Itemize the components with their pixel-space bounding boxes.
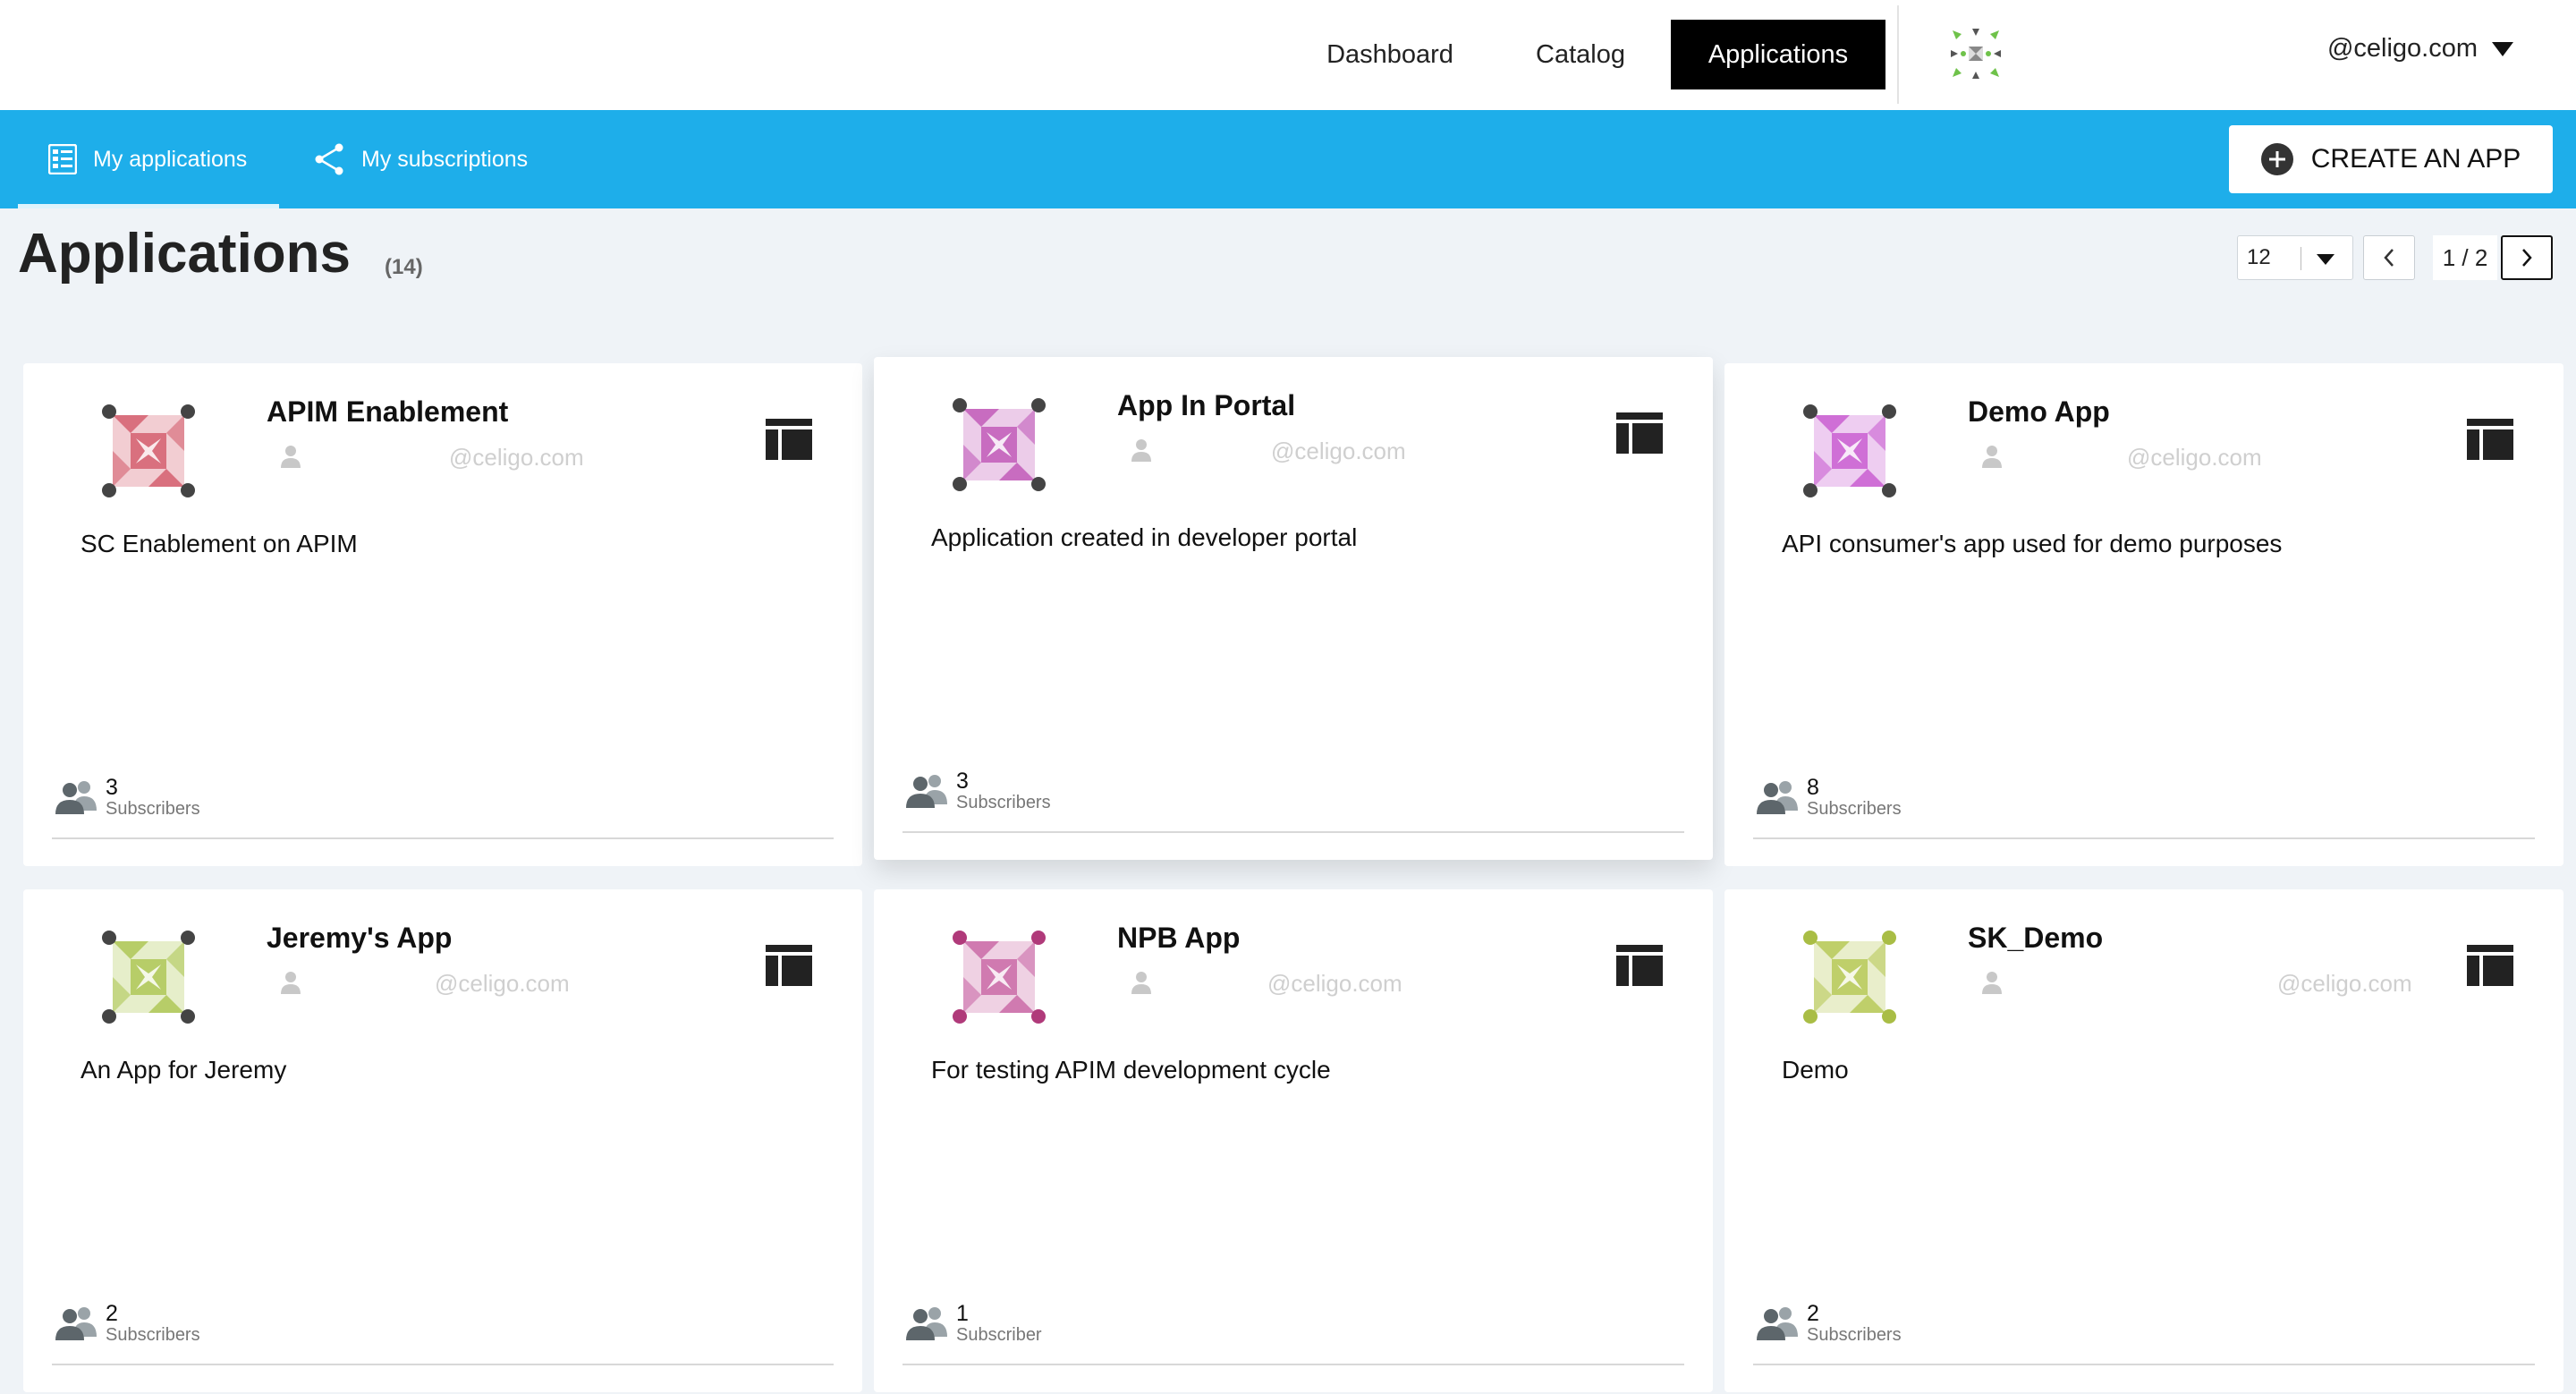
app-logo-icon	[953, 931, 1046, 1024]
app-name: SK_Demo	[1968, 922, 2104, 954]
user-email: @celigo.com	[2326, 34, 2478, 63]
dashboard-layout-icon[interactable]	[2467, 419, 2513, 460]
user-icon	[1982, 446, 2002, 468]
app-description: Demo	[1782, 1056, 1849, 1084]
card-divider	[52, 837, 834, 839]
application-count: (14)	[385, 255, 423, 279]
subscriber-count: 2	[1807, 1301, 1819, 1326]
user-icon	[1131, 439, 1151, 462]
dashboard-layout-icon[interactable]	[766, 945, 812, 986]
application-card[interactable]: SK_Demo @celigo.com Demo 2 Subscribers	[1724, 889, 2563, 1392]
nav-catalog[interactable]: Catalog	[1503, 20, 1658, 89]
create-app-button[interactable]: CREATE AN APP	[2229, 125, 2553, 193]
next-page-button[interactable]	[2501, 235, 2553, 280]
card-divider	[1753, 837, 2535, 839]
dropdown-arrow-icon	[2317, 254, 2334, 265]
card-divider	[902, 1364, 1684, 1365]
subscriber-count: 3	[106, 775, 118, 800]
app-owner: @celigo.com	[1267, 970, 1402, 997]
application-card[interactable]: Demo App @celigo.com API consumer's app …	[1724, 363, 2563, 866]
app-name: NPB App	[1117, 922, 1241, 954]
application-card[interactable]: Jeremy's App @celigo.com An App for Jere…	[23, 889, 862, 1392]
previous-page-button[interactable]	[2363, 235, 2415, 280]
application-card[interactable]: NPB App @celigo.com For testing APIM dev…	[874, 889, 1713, 1392]
create-app-label: CREATE AN APP	[2310, 144, 2521, 174]
subscribers-icon	[906, 775, 947, 808]
caret-down-icon	[2492, 41, 2513, 56]
app-description: An App for Jeremy	[80, 1056, 287, 1084]
subscribers-icon	[55, 781, 97, 814]
tab-my-applications[interactable]: My applications	[18, 110, 279, 208]
page-title: Applications	[18, 223, 352, 285]
app-logo-icon	[953, 398, 1046, 491]
app-description: SC Enablement on APIM	[80, 530, 358, 557]
app-owner: @celigo.com	[2127, 444, 2262, 471]
app-description: For testing APIM development cycle	[931, 1056, 1331, 1084]
subscriber-label: Subscribers	[1807, 1325, 1902, 1345]
subscriber-label: Subscriber	[956, 1325, 1042, 1345]
subscribers-icon	[1757, 781, 1798, 814]
subscriber-label: Subscribers	[106, 799, 200, 819]
chevron-right-icon	[2522, 249, 2532, 267]
subscriber-count: 2	[106, 1301, 118, 1326]
user-icon	[1131, 972, 1151, 994]
app-name: App In Portal	[1117, 389, 1296, 421]
chevron-left-icon	[2384, 249, 2394, 267]
sub-navigation-bar: My applications My subscriptions	[0, 110, 2576, 208]
subscribers-icon	[906, 1307, 947, 1340]
user-menu[interactable]: @celigo.com	[2327, 34, 2513, 64]
page-size-value: 12	[2247, 245, 2271, 269]
nav-divider	[1897, 5, 1899, 104]
dashboard-layout-icon[interactable]	[1616, 412, 1663, 454]
app-name: Demo App	[1968, 395, 2110, 428]
card-divider	[1753, 1364, 2535, 1365]
app-owner: @celigo.com	[435, 970, 570, 997]
tab-my-subscriptions[interactable]: My subscriptions	[313, 110, 528, 208]
app-description: Application created in developer portal	[931, 523, 1358, 551]
app-logo-icon	[1803, 404, 1896, 497]
app-owner: @celigo.com	[449, 444, 584, 471]
nav-dashboard[interactable]: Dashboard	[1317, 20, 1463, 89]
app-name: APIM Enablement	[267, 395, 509, 428]
subscriber-count: 3	[956, 769, 969, 794]
tab-my-subscriptions-label: My subscriptions	[361, 146, 529, 172]
application-card[interactable]: App In Portal @celigo.com Application cr…	[874, 357, 1713, 860]
plus-icon	[2260, 143, 2293, 175]
dashboard-layout-icon[interactable]	[2467, 945, 2513, 986]
app-logo-icon	[102, 404, 195, 497]
app-description: API consumer's app used for demo purpose…	[1782, 530, 2283, 557]
dashboard-layout-icon[interactable]	[1616, 945, 1663, 986]
top-navigation-bar: Dashboard Catalog Applications @celigo.c…	[0, 0, 2576, 110]
tab-my-applications-label: My applications	[93, 146, 248, 172]
user-avatar-icon[interactable]	[1949, 27, 2003, 81]
share-icon	[315, 143, 343, 175]
subscribers-icon	[55, 1307, 97, 1340]
subscriber-label: Subscribers	[106, 1325, 200, 1345]
card-divider	[902, 831, 1684, 833]
app-logo-icon	[1803, 931, 1896, 1024]
dashboard-layout-icon[interactable]	[766, 419, 812, 460]
user-icon	[281, 446, 301, 468]
app-logo-icon	[102, 931, 195, 1024]
card-divider	[52, 1364, 834, 1365]
subscriber-label: Subscribers	[956, 793, 1051, 812]
subscriber-count: 8	[1807, 775, 1819, 800]
user-icon	[281, 972, 301, 994]
pagination-status: 1 / 2	[2433, 235, 2497, 280]
subscribers-icon	[1757, 1307, 1798, 1340]
subscriber-label: Subscribers	[1807, 799, 1902, 819]
nav-applications[interactable]: Applications	[1671, 20, 1885, 89]
user-icon	[1982, 972, 2002, 994]
app-owner: @celigo.com	[1271, 438, 1406, 464]
applications-list-icon	[48, 144, 77, 174]
subscriber-count: 1	[956, 1301, 969, 1326]
application-card[interactable]: APIM Enablement @celigo.com SC Enablemen…	[23, 363, 862, 866]
page-size-select[interactable]: 12	[2237, 235, 2353, 280]
app-name: Jeremy's App	[267, 922, 453, 954]
app-owner: @celigo.com	[2277, 970, 2412, 997]
